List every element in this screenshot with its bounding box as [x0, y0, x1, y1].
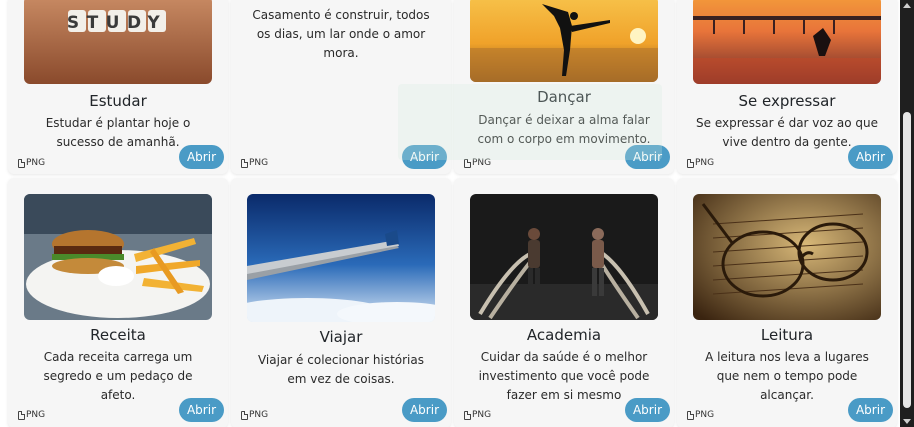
- card-title: Se expressar: [738, 92, 836, 110]
- file-type-label: PNG: [241, 410, 268, 420]
- card-grid: STUDY Estudar Estudar é plantar hoje o s…: [0, 0, 900, 427]
- card-image-pier-sunset: [693, 0, 881, 84]
- scrollbar-thumb[interactable]: [903, 112, 911, 408]
- file-icon: [241, 410, 248, 420]
- card-description: Estudar é plantar hoje o sucesso de aman…: [45, 116, 191, 149]
- open-button[interactable]: Abrir: [847, 145, 893, 169]
- card-description: Viajar é colecionar histórias em vez de …: [257, 353, 424, 386]
- card-title: Viajar: [319, 328, 363, 346]
- vertical-scrollbar[interactable]: [900, 0, 914, 427]
- card-description: Casamento é construir, todos os dias, um…: [252, 8, 430, 60]
- card-title: Estudar: [89, 92, 147, 110]
- card-viajar: Viajar Viajar é colecionar histórias em …: [231, 178, 451, 427]
- background-overlay: [398, 84, 662, 160]
- open-button[interactable]: Abrir: [847, 398, 893, 422]
- card-se-expressar: Se expressar Se expressar é dar voz ao q…: [677, 0, 897, 174]
- file-icon: [18, 410, 25, 420]
- card-estudar: STUDY Estudar Estudar é plantar hoje o s…: [8, 0, 228, 174]
- scroll-down-arrow-icon[interactable]: [903, 419, 911, 424]
- file-icon: [687, 158, 694, 168]
- file-type-label: PNG: [241, 158, 268, 168]
- file-type-label: PNG: [687, 410, 714, 420]
- card-description: Se expressar é dar voz ao que vive dentr…: [696, 116, 878, 149]
- card-image-dancer-beach: [470, 0, 658, 82]
- file-type-label: PNG: [18, 158, 45, 168]
- scroll-up-arrow-icon[interactable]: [903, 3, 911, 8]
- card-title: Academia: [526, 326, 602, 344]
- card-description: A leitura nos leva a lugares que nem o t…: [705, 350, 869, 402]
- open-button[interactable]: Abrir: [624, 398, 670, 422]
- image-text-study: STUDY: [67, 13, 167, 33]
- card-title: Leitura: [760, 326, 814, 344]
- file-icon: [687, 410, 694, 420]
- open-button[interactable]: Abrir: [178, 145, 224, 169]
- file-type-label: PNG: [18, 410, 45, 420]
- file-icon: [241, 158, 248, 168]
- open-button[interactable]: Abrir: [401, 398, 447, 422]
- open-button[interactable]: Abrir: [178, 398, 224, 422]
- card-image-airplane-wing: [247, 194, 435, 322]
- file-type-label: PNG: [687, 158, 714, 168]
- file-icon: [18, 158, 25, 168]
- card-image-gym-ropes: [470, 194, 658, 320]
- card-description: Cada receita carrega um segredo e um ped…: [43, 350, 193, 402]
- card-receita: Receita Cada receita carrega um segredo …: [8, 178, 228, 427]
- card-image-burger-fries: [24, 194, 212, 320]
- file-icon: [464, 410, 471, 420]
- card-academia: Academia Cuidar da saúde é o melhor inve…: [454, 178, 674, 427]
- file-type-label: PNG: [464, 410, 491, 420]
- card-leitura: Leitura A leitura nos leva a lugares que…: [677, 178, 897, 427]
- card-title: Receita: [90, 326, 146, 344]
- card-image-study-dice: STUDY: [24, 0, 212, 84]
- card-description: Cuidar da saúde é o melhor investimento …: [478, 350, 650, 402]
- card-image-glasses-book: [693, 194, 881, 320]
